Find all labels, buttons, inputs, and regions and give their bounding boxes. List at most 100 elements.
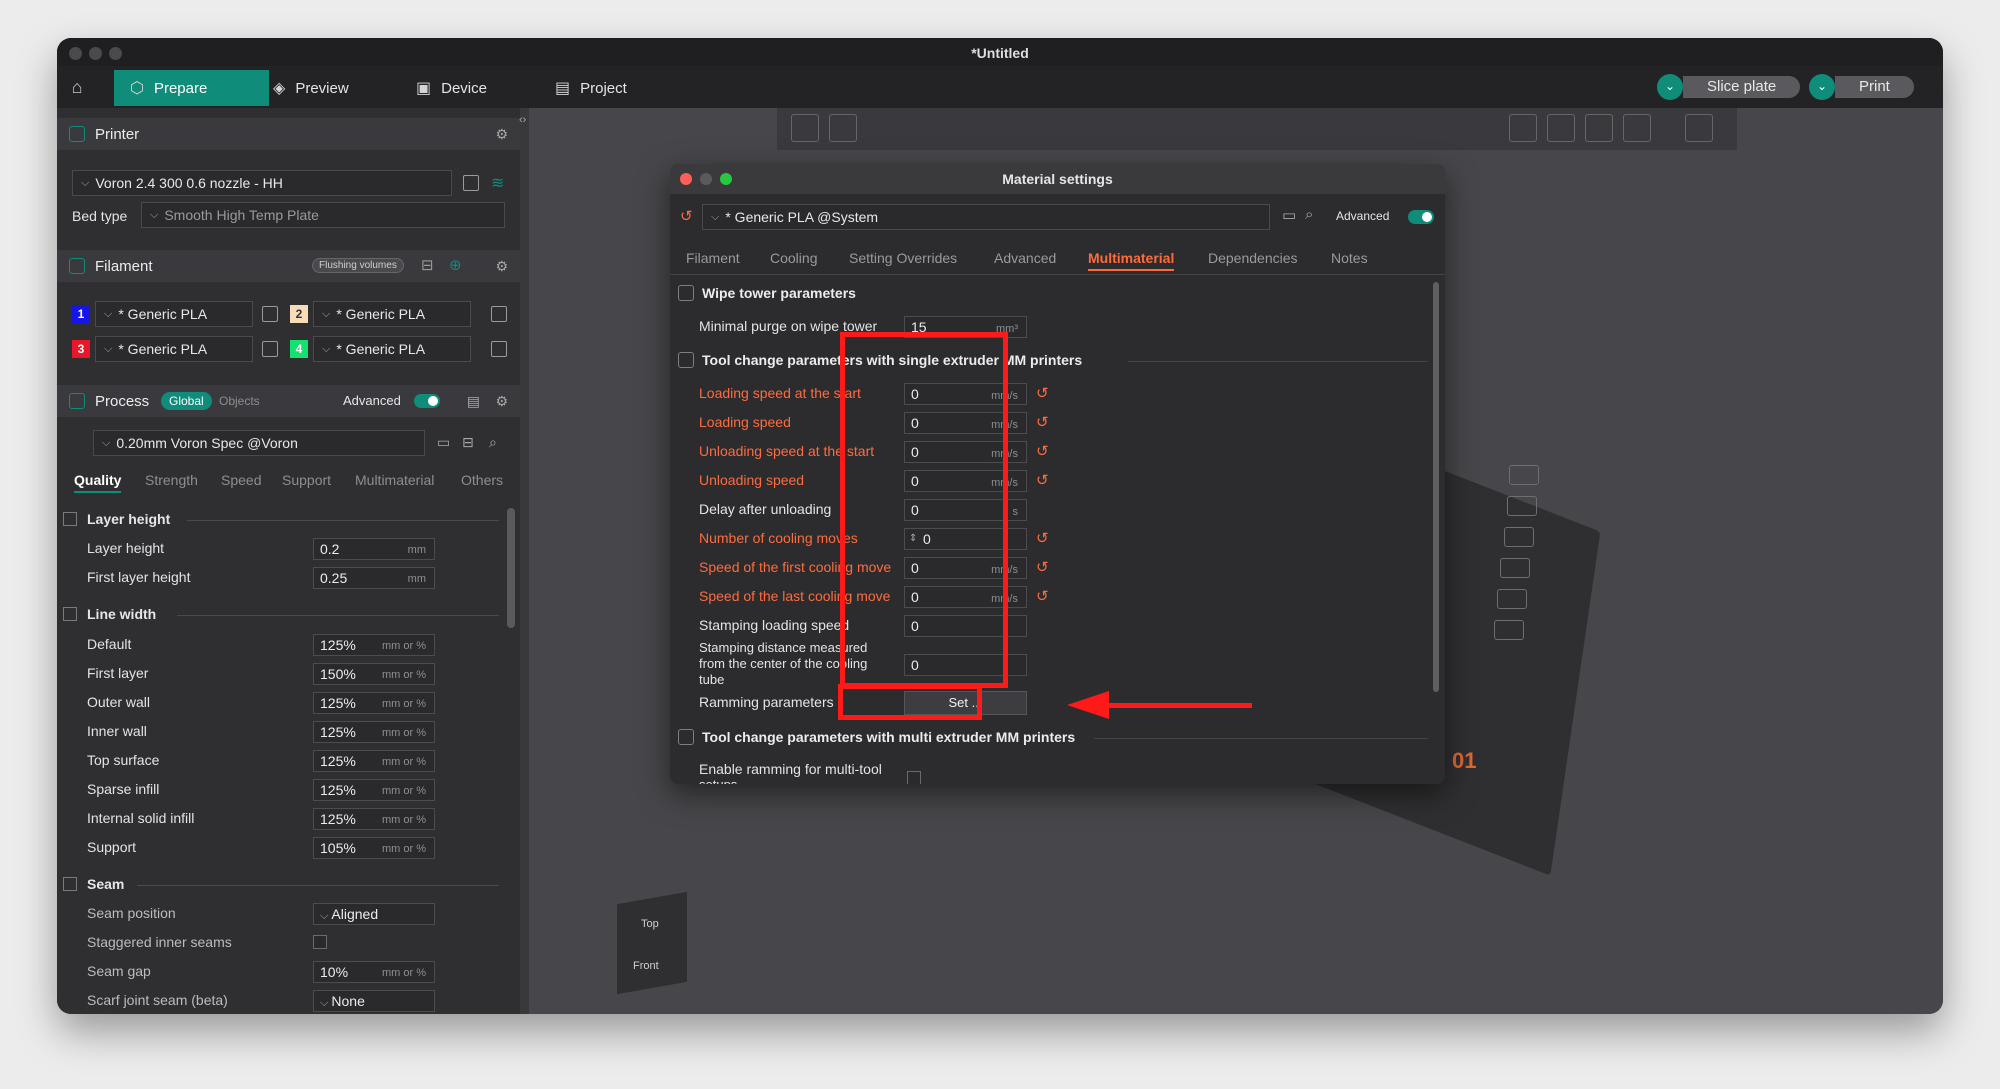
- grid-icon[interactable]: [829, 114, 857, 142]
- view-plate-icon[interactable]: [1507, 496, 1537, 516]
- edit-icon[interactable]: [262, 306, 278, 322]
- line-width-inner-wall-input[interactable]: 125% mm or %: [313, 721, 435, 743]
- lock-plate-icon[interactable]: [1500, 558, 1530, 578]
- collapse-panel-icon[interactable]: ‹›: [519, 114, 526, 126]
- plate-settings-icon[interactable]: [1497, 589, 1527, 609]
- seam-position-select[interactable]: ⌵ Aligned: [313, 903, 435, 925]
- printer-preset-select[interactable]: ⌵ Voron 2.4 300 0.6 nozzle - HH: [72, 170, 452, 196]
- left-panel-scrollbar[interactable]: [507, 508, 515, 628]
- multi-extruder-section-label: Tool change parameters with multi extrud…: [702, 729, 1076, 745]
- tab-others[interactable]: Others: [461, 472, 503, 488]
- reset-icon[interactable]: ↺: [680, 207, 693, 225]
- tab-preview[interactable]: ◈ Preview: [257, 70, 365, 106]
- dialog-advanced-toggle[interactable]: [1408, 210, 1434, 224]
- wifi-icon[interactable]: ≋: [491, 173, 504, 193]
- save-icon[interactable]: ▭: [437, 434, 450, 451]
- settings-sliders-icon[interactable]: ⚙: [495, 126, 508, 143]
- filament-slot-1-select[interactable]: ⌵ * Generic PLA: [95, 301, 253, 327]
- home-icon[interactable]: ⌂: [65, 76, 89, 98]
- line-width-default-input[interactable]: 125% mm or %: [313, 634, 435, 656]
- dialog-minimize-button[interactable]: [700, 173, 712, 185]
- line-width-top-surface-input[interactable]: 125% mm or %: [313, 750, 435, 772]
- remove-filament-icon[interactable]: ⊟: [421, 256, 434, 274]
- slice-plate-button[interactable]: ⌄ Slice plate: [1657, 74, 1801, 100]
- advanced-toggle[interactable]: [414, 394, 440, 408]
- tab-speed[interactable]: Speed: [221, 472, 261, 488]
- add-filament-icon[interactable]: ⊕: [449, 256, 462, 274]
- line-width-first-layer-input[interactable]: 150% mm or %: [313, 663, 435, 685]
- compare-icon[interactable]: ▤: [467, 393, 480, 410]
- staggered-seams-checkbox[interactable]: [313, 935, 327, 949]
- line-width-sparse-infill-input[interactable]: 125% mm or %: [313, 779, 435, 801]
- tab-device[interactable]: ▣ Device: [400, 70, 503, 106]
- cut-tool-icon[interactable]: [1547, 114, 1575, 142]
- tab-setting-overrides[interactable]: Setting Overrides: [849, 250, 957, 266]
- arrange-plate-icon[interactable]: [1504, 527, 1534, 547]
- save-icon[interactable]: ▭: [1282, 206, 1296, 224]
- tab-support[interactable]: Support: [282, 472, 331, 488]
- tab-notes[interactable]: Notes: [1331, 250, 1368, 266]
- dialog-zoom-button[interactable]: [720, 173, 732, 185]
- filament-slot-3-select[interactable]: ⌵ * Generic PLA: [95, 336, 253, 362]
- tab-strength[interactable]: Strength: [145, 472, 198, 488]
- dialog-close-button[interactable]: [680, 173, 692, 185]
- filament-slot-2-select[interactable]: ⌵ * Generic PLA: [313, 301, 471, 327]
- reset-icon[interactable]: ↺: [1036, 442, 1049, 460]
- filament-preset-select[interactable]: ⌵ * Generic PLA @System: [702, 204, 1270, 230]
- move-plate-icon[interactable]: [1494, 620, 1524, 640]
- tab-multimaterial[interactable]: Multimaterial: [355, 472, 434, 488]
- line-width-support-input[interactable]: 105% mm or %: [313, 837, 435, 859]
- support-paint-icon[interactable]: [1585, 114, 1613, 142]
- bed-type-select[interactable]: ⌵ Smooth High Temp Plate: [141, 202, 505, 228]
- flushing-volumes-button[interactable]: Flushing volumes: [312, 258, 404, 273]
- tab-dependencies[interactable]: Dependencies: [1208, 250, 1298, 266]
- tab-prepare[interactable]: ⬡ Prepare: [114, 70, 269, 106]
- add-object-icon[interactable]: [791, 114, 819, 142]
- settings-sliders-icon[interactable]: ⚙: [495, 258, 508, 275]
- seam-paint-icon[interactable]: [1623, 114, 1651, 142]
- reset-icon[interactable]: ↺: [1036, 471, 1049, 489]
- unit-label: mm or %: [382, 967, 426, 979]
- slice-plate-label: Slice plate: [1683, 76, 1801, 98]
- first-layer-height-input[interactable]: 0.25 mm: [313, 567, 435, 589]
- print-button[interactable]: ⌄ Print: [1809, 74, 1914, 100]
- edit-icon[interactable]: [262, 341, 278, 357]
- tab-quality[interactable]: Quality: [74, 472, 122, 493]
- text-tool-icon[interactable]: [1509, 114, 1537, 142]
- view-cube[interactable]: [617, 891, 687, 995]
- line-width-internal-solid-input[interactable]: 125% mm or %: [313, 808, 435, 830]
- process-global-toggle[interactable]: Global: [161, 392, 212, 410]
- reset-icon[interactable]: ↺: [1036, 384, 1049, 402]
- measure-icon[interactable]: [1685, 114, 1713, 142]
- process-preset-select[interactable]: ⌵ 0.20mm Voron Spec @Voron: [93, 430, 425, 456]
- dialog-scrollbar[interactable]: [1433, 282, 1439, 692]
- tab-advanced[interactable]: Advanced: [994, 250, 1056, 266]
- layer-height-input[interactable]: 0.2 mm: [313, 538, 435, 560]
- line-width-outer-wall-input[interactable]: 125% mm or %: [313, 692, 435, 714]
- reset-icon[interactable]: ↺: [1036, 529, 1049, 547]
- reset-icon[interactable]: ↺: [1036, 587, 1049, 605]
- tab-filament[interactable]: Filament: [686, 250, 740, 266]
- filament-slot-4-select[interactable]: ⌵ * Generic PLA: [313, 336, 471, 362]
- delete-plate-icon[interactable]: [1509, 465, 1539, 485]
- chevron-down-icon[interactable]: ⌄: [1657, 74, 1683, 100]
- chevron-down-icon[interactable]: ⌄: [1809, 74, 1835, 100]
- tab-cooling[interactable]: Cooling: [770, 250, 817, 266]
- edit-icon[interactable]: [491, 341, 507, 357]
- tab-multimaterial-active[interactable]: Multimaterial: [1088, 250, 1175, 271]
- reset-icon[interactable]: ↺: [1036, 413, 1049, 431]
- search-icon[interactable]: ⌕: [489, 434, 497, 451]
- reset-icon[interactable]: ↺: [1036, 558, 1049, 576]
- scarf-joint-select[interactable]: ⌵ None: [313, 990, 435, 1012]
- tab-project[interactable]: ▤ Project: [539, 70, 643, 106]
- unit-label: s: [1012, 506, 1019, 518]
- edit-icon[interactable]: [491, 306, 507, 322]
- search-icon[interactable]: ⌕: [1305, 206, 1313, 223]
- process-objects-toggle[interactable]: Objects: [219, 394, 260, 408]
- remove-preset-icon[interactable]: ⊟: [462, 434, 474, 451]
- edit-icon[interactable]: [463, 175, 479, 191]
- enable-ramming-checkbox[interactable]: [907, 771, 921, 784]
- panel-divider[interactable]: ‹›: [519, 108, 529, 1014]
- seam-gap-input[interactable]: 10% mm or %: [313, 961, 435, 983]
- settings-sliders-icon[interactable]: ⚙: [495, 393, 508, 410]
